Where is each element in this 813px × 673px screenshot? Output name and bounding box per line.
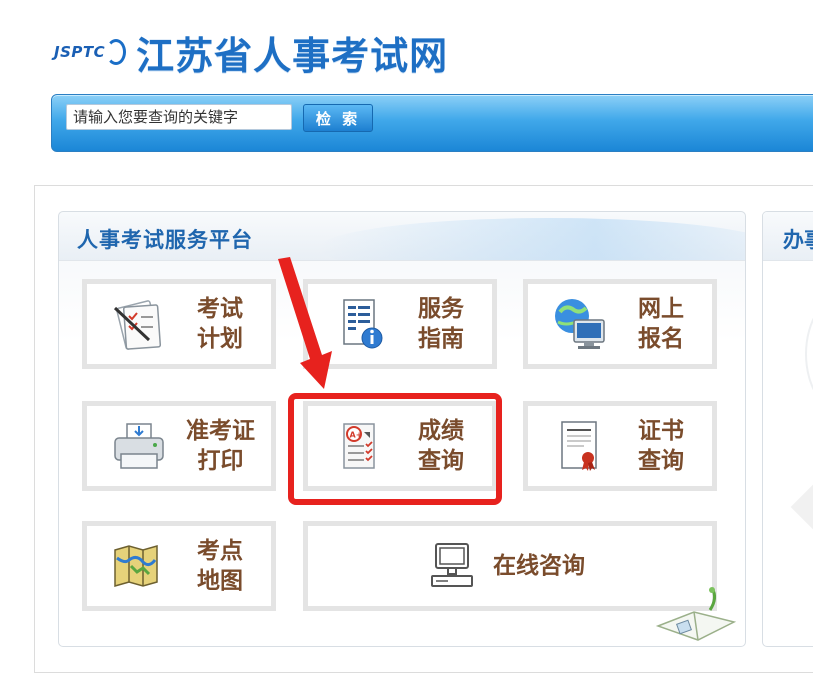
right-panel: 办事 xyxy=(762,211,813,647)
tile-label-line2: 地图 xyxy=(197,568,243,594)
online-registration-icon xyxy=(555,299,605,349)
map-icon xyxy=(114,545,158,587)
computer-icon xyxy=(431,543,473,587)
tile-label-line1: 考试 xyxy=(197,296,243,322)
logo-ring-icon xyxy=(106,39,127,65)
svg-text:A+: A+ xyxy=(350,431,363,440)
tile-label-line1: 成绩 xyxy=(418,418,464,444)
panel-title: 人事考试服务平台 xyxy=(77,228,253,252)
tile-label-line1: 在线咨询 xyxy=(493,553,585,579)
tile-admission-ticket-print[interactable]: 准考证 打印 xyxy=(82,401,276,491)
exam-plan-icon xyxy=(113,300,162,350)
tile-label: 考点 地图 xyxy=(197,536,243,596)
tile-label: 考试 计划 xyxy=(197,294,243,354)
open-book-icon xyxy=(655,587,737,641)
tile-exam-site-map[interactable]: 考点 地图 xyxy=(82,521,276,611)
logo-mark: JSPTC xyxy=(54,39,127,65)
tile-label-line2: 指南 xyxy=(418,326,464,352)
right-panel-title: 办事 xyxy=(783,228,813,252)
site-title: 江苏省人事考试网 xyxy=(136,32,449,78)
tile-label: 网上 报名 xyxy=(638,294,684,354)
tile-label-line1: 证书 xyxy=(638,418,684,444)
tile-label: 准考证 打印 xyxy=(186,416,255,476)
tile-label: 成绩 查询 xyxy=(418,416,464,476)
tile-label-line1: 服务 xyxy=(418,296,464,322)
search-button[interactable]: 检 索 xyxy=(303,104,373,132)
site-logo[interactable]: JSPTC 江苏省人事考试网 xyxy=(54,28,448,78)
right-panel-decoration xyxy=(805,292,813,416)
header-wave-decoration xyxy=(319,218,745,260)
panel-header: 人事考试服务平台 xyxy=(59,212,745,261)
tile-exam-plan[interactable]: 考试 计划 xyxy=(82,279,276,369)
tile-label: 在线咨询 xyxy=(493,551,585,581)
tile-label-line1: 准考证 xyxy=(186,418,255,444)
right-panel-arrow-decoration xyxy=(790,471,813,543)
certificate-icon xyxy=(561,421,597,471)
tile-online-registration[interactable]: 网上 报名 xyxy=(523,279,717,369)
search-bar: 检 索 xyxy=(51,94,813,152)
score-query-icon: A+ xyxy=(343,423,375,469)
tile-label-line2: 计划 xyxy=(197,326,243,352)
tile-label: 证书 查询 xyxy=(638,416,684,476)
tile-certificate-query[interactable]: 证书 查询 xyxy=(523,401,717,491)
tile-label-line1: 网上 xyxy=(638,296,684,322)
annotation-arrow-icon xyxy=(278,257,332,389)
tile-label-line1: 考点 xyxy=(197,538,243,564)
printer-icon xyxy=(114,423,164,469)
tile-label: 服务 指南 xyxy=(418,294,464,354)
tile-label-line2: 打印 xyxy=(197,448,244,474)
tile-label-line2: 查询 xyxy=(418,448,464,474)
tile-score-query[interactable]: A+ 成绩 查询 xyxy=(303,401,497,491)
tile-label-line2: 查询 xyxy=(638,448,684,474)
logo-mark-text: JSPTC xyxy=(54,43,106,61)
search-input[interactable] xyxy=(66,104,292,130)
tile-label-line2: 报名 xyxy=(638,326,684,352)
